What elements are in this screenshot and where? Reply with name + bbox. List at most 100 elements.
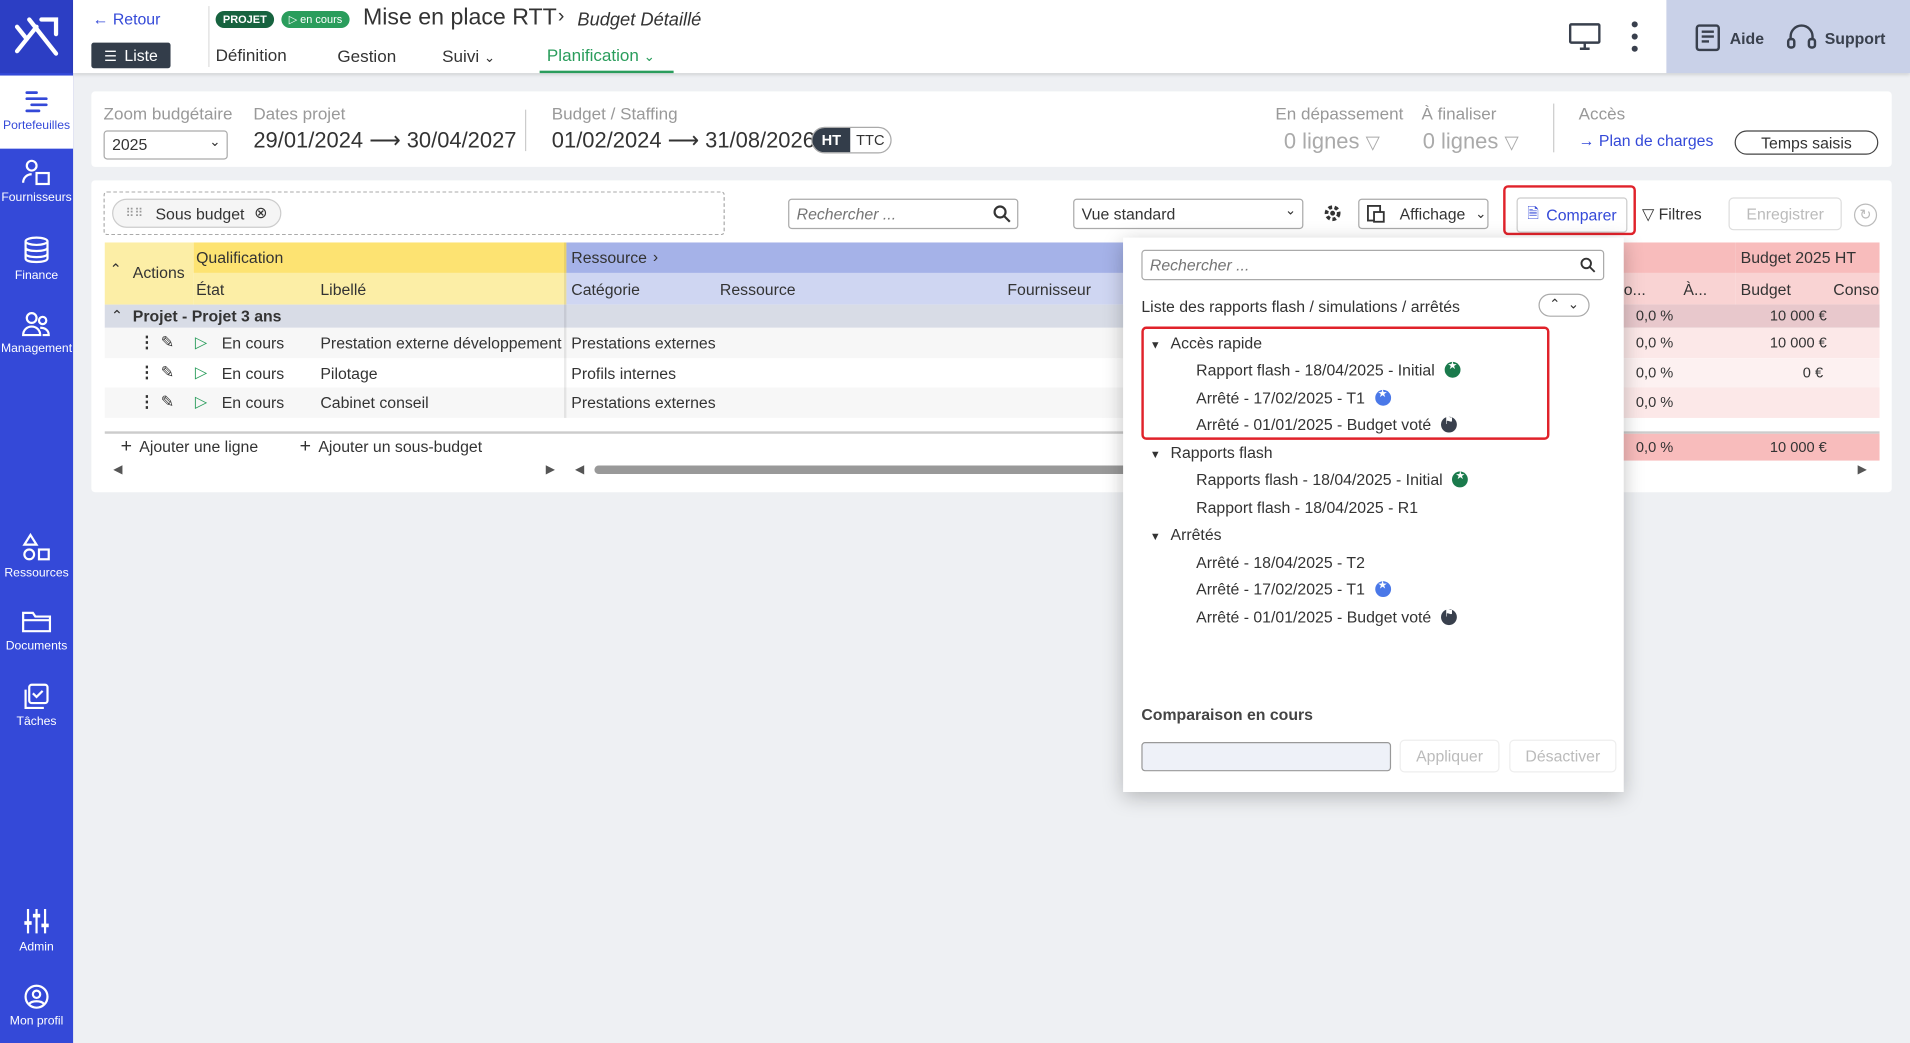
chevron-down-icon: ⌄ (1284, 203, 1297, 219)
current-comparison-input[interactable] (1141, 742, 1392, 772)
scroll-left-icon[interactable]: ◀ (113, 463, 122, 476)
list-item[interactable]: Rapport flash - 18/04/2025 - R1 (1196, 498, 1418, 516)
ttc-option[interactable]: TTC (850, 128, 890, 152)
sidebar-item-portefeuilles[interactable]: Portefeuilles (0, 75, 74, 149)
pencil-icon[interactable]: ✎ (161, 392, 174, 411)
play-circle-icon: ▷ (194, 332, 208, 351)
tab-suivi[interactable]: Suivi ⌄ (442, 46, 495, 65)
star-icon: ★ (1452, 469, 1469, 488)
filters-button[interactable]: ▽ Filtres (1642, 205, 1702, 224)
project-badge: PROJET (215, 10, 275, 29)
gear-icon[interactable] (1323, 203, 1342, 227)
sidebar-item-documents[interactable]: Documents (0, 607, 73, 668)
chevron-down-icon: ⌄ (1475, 207, 1487, 222)
collapse-all-icon[interactable]: ⌃ (110, 261, 122, 278)
list-item[interactable]: Arrêté - 01/01/2025 - Budget voté ⚑ (1196, 607, 1457, 626)
sub-budget-chip[interactable]: ⠿⠿ Sous budget ⊗ (112, 198, 281, 228)
app-logo[interactable] (0, 0, 74, 74)
tab-gestion[interactable]: Gestion (337, 46, 396, 65)
tax-toggle[interactable]: HT TTC (811, 126, 892, 154)
add-line-button[interactable]: + Ajouter une ligne (121, 436, 259, 458)
sidebar-item-profil[interactable]: Mon profil (0, 982, 73, 1043)
project-info-card: Zoom budgétaire 2025 ⌄ Dates projet 29/01… (91, 91, 1892, 167)
expand-collapse-toggle[interactable]: ⌃ ⌄ (1538, 293, 1590, 317)
chevron-up-icon[interactable]: ⌃ (111, 307, 123, 324)
sidebar-item-finance[interactable]: Finance (0, 234, 73, 295)
monitor-icon[interactable] (1568, 22, 1601, 56)
expand-all-icon[interactable]: ⌄ (1568, 297, 1579, 312)
horizontal-scrollbar[interactable] (594, 465, 1131, 474)
list-item[interactable]: Rapports flash - 18/04/2025 - Initial ★ (1196, 469, 1469, 489)
workload-plan-link[interactable]: → Plan de charges (1579, 132, 1714, 150)
apply-button[interactable]: Appliquer (1399, 739, 1500, 773)
support-button[interactable]: Support (1786, 23, 1885, 52)
folder-icon (22, 611, 52, 633)
management-icon (22, 312, 50, 337)
play-circle-icon: ▷ (194, 363, 208, 382)
finalize-filter[interactable]: 0 lignes ▽ (1423, 129, 1519, 155)
status-badge: ▷ en cours (281, 10, 350, 29)
zoom-select[interactable]: 2025 ⌄ (103, 130, 228, 160)
zoom-label: Zoom budgétaire (103, 103, 233, 124)
display-button[interactable]: Affichage ⌄ (1358, 198, 1489, 230)
more-vertical-icon[interactable]: ⋮ (139, 333, 155, 352)
more-vertical-icon[interactable]: ⋮ (139, 363, 155, 382)
tasks-icon (24, 683, 49, 710)
sidebar-item-taches[interactable]: Tâches (0, 682, 73, 743)
collapse-all-icon[interactable]: ⌃ (1549, 297, 1560, 312)
list-item[interactable]: Arrêté - 18/04/2025 - T2 (1196, 553, 1365, 571)
sidebar-item-fournisseurs[interactable]: Fournisseurs (0, 158, 73, 219)
conso-group-header (1622, 242, 1736, 273)
sidebar: Portefeuilles Fournisseurs Finance Manag… (0, 0, 74, 1043)
scroll-right-icon[interactable]: ▶ (546, 463, 555, 476)
tab-planification[interactable]: Planification ⌄ (539, 41, 674, 74)
deactivate-button[interactable]: Désactiver (1509, 739, 1617, 773)
group-closings[interactable]: ▼ Arrêtés (1150, 525, 1222, 543)
overrun-label: En dépassement (1275, 103, 1404, 124)
help-area: Aide Support (1666, 0, 1910, 74)
pencil-icon[interactable]: ✎ (161, 363, 174, 382)
chevron-right-icon[interactable]: › (653, 247, 658, 265)
budget-dates-value: 01/02/2024 ⟶ 31/08/2026 (551, 127, 815, 153)
help-button[interactable]: Aide (1693, 23, 1764, 52)
more-vertical-icon[interactable] (1630, 19, 1640, 58)
sidebar-item-ressources[interactable]: Ressources (0, 531, 73, 592)
time-entries-button[interactable]: Temps saisis (1734, 130, 1879, 155)
grid-search-input[interactable] (788, 198, 1019, 230)
group-drop-zone[interactable]: ⠿⠿ Sous budget ⊗ (103, 191, 725, 236)
back-link[interactable]: ← Retour (93, 10, 161, 28)
user-icon (24, 984, 49, 1009)
search-icon[interactable] (993, 205, 1011, 223)
refresh-icon[interactable]: ↻ (1853, 203, 1878, 227)
ht-option[interactable]: HT (812, 127, 851, 153)
plus-icon: + (299, 436, 312, 457)
save-button[interactable]: Enregistrer (1728, 197, 1842, 231)
report-search-input[interactable] (1141, 249, 1605, 281)
more-vertical-icon[interactable]: ⋮ (139, 392, 155, 411)
sidebar-item-label: Ressources (4, 566, 69, 580)
quick-access-highlight (1141, 326, 1550, 440)
add-sub-budget-button[interactable]: + Ajouter un sous-budget (300, 436, 482, 458)
sidebar-item-label: Admin (19, 940, 54, 955)
pencil-icon[interactable]: ✎ (161, 333, 174, 352)
overrun-filter[interactable]: 0 lignes ▽ (1284, 129, 1380, 155)
filter-icon: ▽ (1642, 204, 1655, 223)
sidebar-item-admin[interactable]: Admin (0, 905, 73, 966)
search-icon[interactable] (1580, 257, 1596, 273)
sidebar-item-management[interactable]: Management (0, 309, 73, 370)
grid-search-field[interactable] (796, 199, 980, 227)
report-search-field[interactable] (1149, 251, 1565, 278)
menu-icon: ☰ (103, 46, 118, 64)
group-flash-reports[interactable]: ▼ Rapports flash (1150, 444, 1273, 462)
close-circle-icon[interactable]: ⊗ (254, 203, 267, 222)
dates-label: Dates projet (253, 103, 346, 124)
list-button[interactable]: ☰ Liste (91, 42, 171, 69)
book-icon (1695, 24, 1720, 52)
view-select[interactable]: Vue standard ⌄ (1073, 198, 1304, 230)
tab-definition[interactable]: Définition (216, 45, 287, 64)
filter-icon: ▽ (1365, 132, 1380, 154)
list-item[interactable]: Arrêté - 17/02/2025 - T1 ★ (1196, 579, 1391, 598)
scroll-left-icon[interactable]: ◀ (575, 463, 584, 476)
chevron-down-icon: ⌄ (643, 49, 655, 65)
scroll-right-icon[interactable]: ▶ (1858, 463, 1867, 476)
